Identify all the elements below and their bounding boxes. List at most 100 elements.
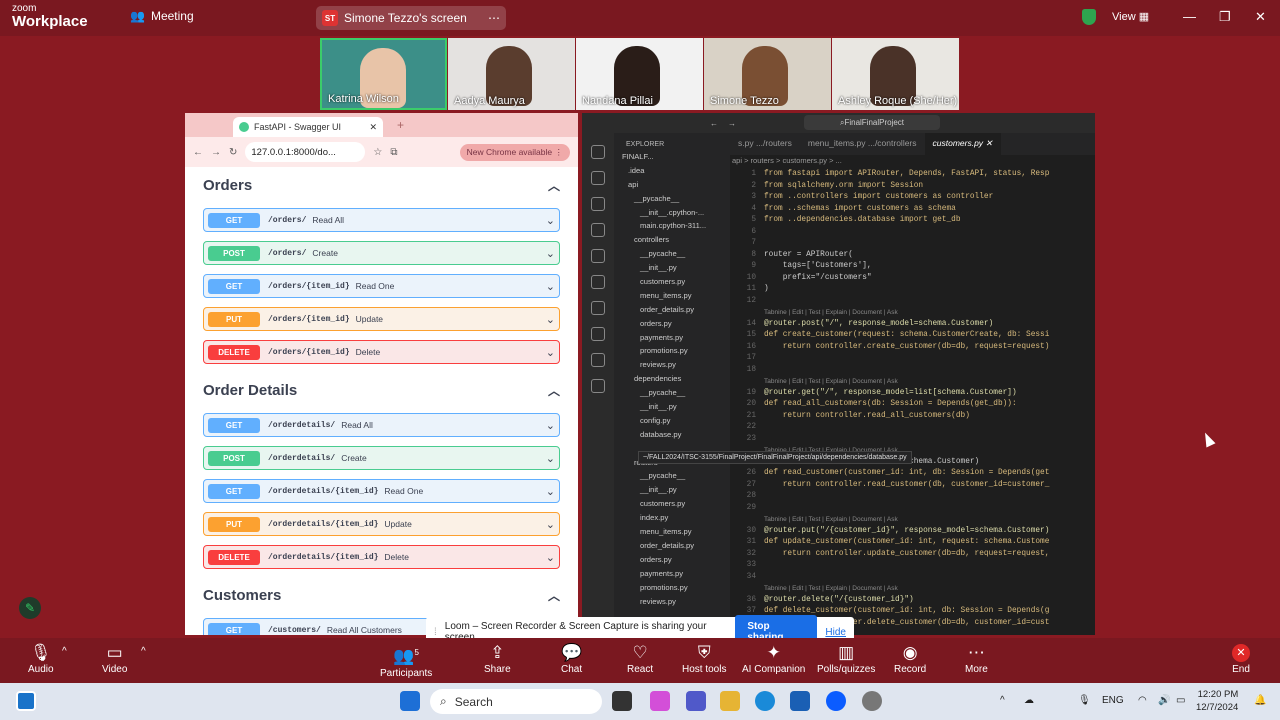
expand-chevron-icon[interactable]: ⌄ [546,518,555,531]
desktop-widget-icon[interactable] [16,691,36,711]
reload-icon[interactable]: ↻ [229,147,237,158]
code-lens[interactable]: Tabnine | Edit | Test | Explain | Docume… [764,583,898,595]
explorer-item[interactable]: payments.py [614,331,730,345]
end-meeting-button[interactable]: ✕ End [1232,642,1250,675]
explorer-item[interactable]: promotions.py [614,581,730,595]
settings-gear-icon[interactable] [862,691,882,711]
language-indicator[interactable]: ENG [1102,695,1124,706]
collapse-chevron-icon[interactable]: ︿ [548,587,560,604]
live-share-icon[interactable] [591,353,605,367]
expand-chevron-icon[interactable]: ⌄ [546,346,555,359]
explorer-item[interactable]: promotions.py [614,344,730,358]
polls-quizzes-button[interactable]: ▥ Polls/quizzes [817,642,875,675]
expand-chevron-icon[interactable]: ⌄ [546,485,555,498]
explorer-item[interactable]: order_details.py [614,303,730,317]
video-button[interactable]: ▭ Video [102,642,127,675]
mic-tray-icon[interactable]: 🎙 [1078,695,1091,706]
expand-chevron-icon[interactable]: ⌄ [546,280,555,293]
meeting-button[interactable]: 👥 Meeting [130,9,194,23]
endpoint-row[interactable]: DELETE/orderdetails/{item_id} Delete ⌄ [203,545,560,569]
explorer-item[interactable]: __pycache__ [614,247,730,261]
participants-button[interactable]: 👥5 Participants [380,642,432,679]
explorer-item[interactable]: .idea [614,164,730,178]
explorer-item[interactable]: __init__.py [614,400,730,414]
expand-chevron-icon[interactable]: ⌄ [546,419,555,432]
explorer-item[interactable]: payments.py [614,567,730,581]
expand-chevron-icon[interactable]: ⌄ [546,214,555,227]
endpoint-row[interactable]: GET/orders/{item_id} Read One ⌄ [203,274,560,298]
explorer-item[interactable]: database.py [614,428,730,442]
more-button[interactable]: ⋯ More [965,642,988,675]
explorer-item[interactable]: customers.py [614,497,730,511]
expand-chevron-icon[interactable]: ⌄ [546,247,555,260]
nav-forward-icon[interactable]: → [728,119,736,128]
battery-icon[interactable]: ▭ [1176,695,1185,706]
explorer-item[interactable]: menu_items.py [614,525,730,539]
explorer-item[interactable]: api [614,178,730,192]
remote-explorer-icon[interactable] [591,275,605,289]
copilot-icon[interactable] [650,691,670,711]
file-explorer-icon[interactable] [720,691,740,711]
audio-options-chevron-icon[interactable]: ^ [62,646,67,657]
expand-chevron-icon[interactable]: ⌄ [546,551,555,564]
endpoint-row[interactable]: PUT/orders/{item_id} Update ⌄ [203,307,560,331]
host-tools-button[interactable]: ⛨ Host tools [682,642,726,675]
store-icon[interactable] [790,691,810,711]
endpoint-row[interactable]: GET/orderdetails/Read All ⌄ [203,413,560,437]
code-lens[interactable]: Tabnine | Edit | Test | Explain | Docume… [764,307,898,319]
explorer-item[interactable]: controllers [614,233,730,247]
editor-tab[interactable]: menu_items.py .../controllers [800,133,925,155]
back-icon[interactable]: ← [193,147,203,158]
volume-icon[interactable]: 🔊 [1158,695,1170,706]
drag-handle-icon[interactable]: ⁞ [434,627,437,638]
database-icon[interactable] [591,327,605,341]
chat-button[interactable]: 💬 Chat [561,642,582,675]
code-lens[interactable]: Tabnine | Edit | Test | Explain | Docume… [764,376,898,388]
run-debug-icon[interactable] [591,223,605,237]
explorer-item[interactable]: FINALF... [614,150,730,164]
swagger-section-header[interactable]: Orders ︿ [203,171,560,199]
editor-tab-active[interactable]: customers.py ✕ [924,133,1001,155]
explorer-item[interactable]: config.py [614,414,730,428]
explorer-item[interactable]: order_details.py [614,539,730,553]
explorer-item[interactable]: dependencies [614,372,730,386]
onedrive-icon[interactable]: ☁ [1024,695,1034,706]
more-options-icon[interactable]: ⋯ [488,11,500,25]
annotate-pen-icon[interactable]: ✎ [19,597,41,619]
editor-tab[interactable]: s.py .../routers [730,133,800,155]
code-editor[interactable]: 1 from fastapi import APIRouter, Depends,… [732,169,1095,629]
expand-chevron-icon[interactable]: ⌄ [546,452,555,465]
explorer-item[interactable]: __pycache__ [614,469,730,483]
explorer-item[interactable]: reviews.py [614,358,730,372]
ai-companion-button[interactable]: ✦ AI Companion [742,642,805,675]
explorer-item[interactable]: index.py [614,511,730,525]
explorer-item[interactable]: __init__.py [614,483,730,497]
hide-link[interactable]: Hide [825,627,846,638]
bookmark-star-icon[interactable]: ☆ [373,147,382,158]
video-options-chevron-icon[interactable]: ^ [141,646,146,657]
participant-tile[interactable]: Nandana Pillai [576,38,703,110]
teams-icon[interactable] [686,691,706,711]
windows-start-icon[interactable] [400,691,420,711]
taskbar-search-input[interactable]: ⌕ Search [430,689,602,714]
chat-icon[interactable] [591,379,605,393]
swagger-section-header[interactable]: Customers ︿ [203,581,560,609]
participant-tile[interactable]: Ashley Roque (She/Her) [832,38,959,110]
participant-tile[interactable]: Katrina Wilson [320,38,447,110]
endpoint-row[interactable]: POST/orderdetails/Create ⌄ [203,446,560,470]
record-button[interactable]: ◉ Record [894,642,926,675]
task-view-icon[interactable] [612,691,632,711]
command-search-input[interactable]: ⌕ FinalFinalProject [804,115,940,130]
screen-share-indicator[interactable]: ST Simone Tezzo's screen ⋯ [316,6,506,30]
audio-button[interactable]: 🎙 Audio [28,642,54,675]
expand-chevron-icon[interactable]: ⌄ [546,313,555,326]
nav-back-icon[interactable]: ← [710,119,718,128]
testing-icon[interactable] [591,301,605,315]
explorer-item[interactable]: orders.py [614,553,730,567]
zoom-app-icon[interactable] [826,691,846,711]
endpoint-row[interactable]: DELETE/orders/{item_id} Delete ⌄ [203,340,560,364]
new-tab-icon[interactable]: + [397,118,404,132]
extensions-icon[interactable]: ⧉ [390,147,397,158]
minimize-icon[interactable]: — [1183,9,1196,24]
taskbar-clock[interactable]: 12:20 PM 12/7/2024 [1196,688,1238,714]
